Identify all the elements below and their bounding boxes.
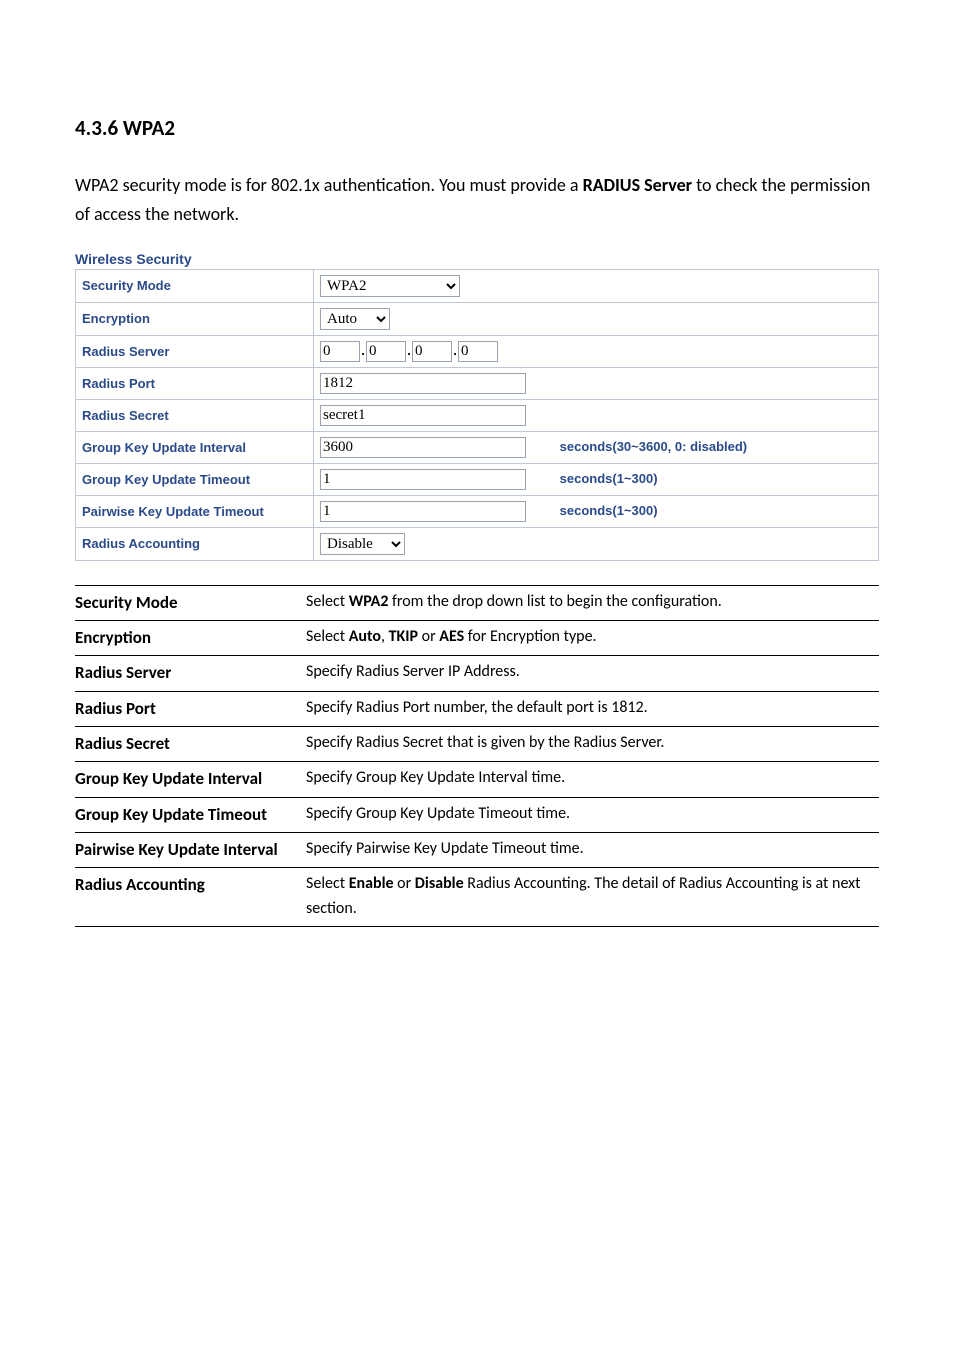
desc-text: or (394, 874, 415, 893)
ip-octet-4[interactable] (458, 341, 498, 362)
ip-octet-1[interactable] (320, 341, 360, 362)
intro-bold: RADIUS Server (583, 174, 692, 196)
desc-term: Radius Secret (75, 726, 306, 761)
desc-definition: Specify Radius Server IP Address. (306, 656, 879, 691)
desc-definition: Specify Radius Secret that is given by t… (306, 726, 879, 761)
desc-term: Group Key Update Timeout (75, 797, 306, 832)
desc-row: EncryptionSelect Auto, TKIP or AES for E… (75, 620, 879, 655)
desc-text: from the drop down list to begin the con… (388, 592, 721, 611)
desc-keyword: Auto (349, 627, 381, 646)
desc-text: for Encryption type. (464, 627, 596, 646)
label-group-key-update-interval: Group Key Update Interval (76, 431, 314, 463)
group-key-timeout-input[interactable] (320, 469, 526, 490)
desc-text: Specify Group Key Update Interval time. (306, 768, 565, 787)
pairwise-key-timeout-input[interactable] (320, 501, 526, 522)
desc-row: Group Key Update TimeoutSpecify Group Ke… (75, 797, 879, 832)
radius-accounting-select[interactable]: Disable (320, 533, 405, 555)
desc-term: Radius Accounting (75, 868, 306, 927)
label-group-key-update-timeout: Group Key Update Timeout (76, 463, 314, 495)
desc-term: Pairwise Key Update Interval (75, 833, 306, 868)
desc-keyword: WPA2 (349, 592, 389, 611)
label-pairwise-key-update-timeout: Pairwise Key Update Timeout (76, 495, 314, 527)
desc-row: Pairwise Key Update IntervalSpecify Pair… (75, 833, 879, 868)
encryption-select[interactable]: Auto (320, 308, 390, 330)
wireless-security-form: Security Mode WPA2 Encryption Auto Radiu… (75, 269, 879, 561)
label-radius-server: Radius Server (76, 335, 314, 367)
ip-octet-3[interactable] (412, 341, 452, 362)
desc-text: Select (306, 592, 349, 611)
desc-keyword: Disable (415, 874, 464, 893)
group-key-interval-input[interactable] (320, 437, 526, 458)
desc-definition: Specify Group Key Update Interval time. (306, 762, 879, 797)
radius-port-input[interactable] (320, 373, 526, 394)
page-heading: 4.3.6 WPA2 (75, 115, 879, 141)
desc-term: Security Mode (75, 585, 306, 620)
hint-pairwise-key-timeout: seconds(1~300) (530, 503, 658, 518)
hint-group-key-interval: seconds(30~3600, 0: disabled) (530, 439, 748, 454)
radius-secret-input[interactable] (320, 405, 526, 426)
desc-row: Security ModeSelect WPA2 from the drop d… (75, 585, 879, 620)
label-security-mode: Security Mode (76, 269, 314, 302)
intro-part1: WPA2 security mode is for 802.1x authent… (75, 174, 583, 196)
desc-term: Radius Port (75, 691, 306, 726)
desc-text: Specify Radius Secret that is given by t… (306, 733, 664, 752)
desc-text: or (418, 627, 439, 646)
desc-row: Radius SecretSpecify Radius Secret that … (75, 726, 879, 761)
desc-term: Encryption (75, 620, 306, 655)
desc-definition: Select WPA2 from the drop down list to b… (306, 585, 879, 620)
desc-definition: Select Auto, TKIP or AES for Encryption … (306, 620, 879, 655)
intro-paragraph: WPA2 security mode is for 802.1x authent… (75, 171, 879, 229)
desc-definition: Specify Pairwise Key Update Timeout time… (306, 833, 879, 868)
label-radius-accounting: Radius Accounting (76, 527, 314, 560)
label-encryption: Encryption (76, 302, 314, 335)
desc-text: Specify Group Key Update Timeout time. (306, 804, 570, 823)
ip-octet-2[interactable] (366, 341, 406, 362)
desc-term: Radius Server (75, 656, 306, 691)
hint-group-key-timeout: seconds(1~300) (530, 471, 658, 486)
desc-row: Group Key Update IntervalSpecify Group K… (75, 762, 879, 797)
desc-definition: Select Enable or Disable Radius Accounti… (306, 868, 879, 927)
desc-term: Group Key Update Interval (75, 762, 306, 797)
desc-text: Specify Pairwise Key Update Timeout time… (306, 839, 584, 858)
desc-row: Radius PortSpecify Radius Port number, t… (75, 691, 879, 726)
desc-row: Radius AccountingSelect Enable or Disabl… (75, 868, 879, 927)
desc-row: Radius ServerSpecify Radius Server IP Ad… (75, 656, 879, 691)
desc-definition: Specify Group Key Update Timeout time. (306, 797, 879, 832)
desc-text: , (381, 627, 389, 646)
description-table: Security ModeSelect WPA2 from the drop d… (75, 585, 879, 927)
desc-keyword: AES (439, 627, 464, 646)
desc-text: Select (306, 627, 349, 646)
label-radius-secret: Radius Secret (76, 399, 314, 431)
desc-definition: Specify Radius Port number, the default … (306, 691, 879, 726)
desc-text: Specify Radius Server IP Address. (306, 662, 520, 681)
desc-keyword: TKIP (389, 627, 418, 646)
desc-keyword: Enable (349, 874, 394, 893)
label-radius-port: Radius Port (76, 367, 314, 399)
desc-text: Select (306, 874, 349, 893)
security-mode-select[interactable]: WPA2 (320, 275, 460, 297)
desc-text: Specify Radius Port number, the default … (306, 698, 648, 717)
section-title: Wireless Security (75, 251, 879, 267)
